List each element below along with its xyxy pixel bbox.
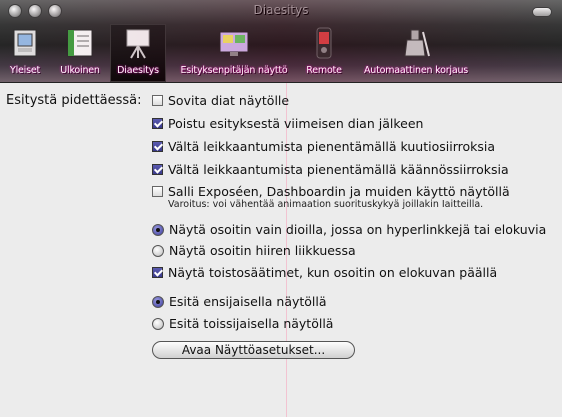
scale-cube-transitions-checkbox[interactable]: Vältä leikkaantumista pienentämällä kuut… xyxy=(152,139,495,154)
window-title: Diaesitys xyxy=(253,3,309,17)
checkbox-checked[interactable] xyxy=(152,118,163,129)
open-display-preferences-button[interactable]: Avaa Näyttöasetukset... xyxy=(152,341,355,359)
tab-label: Remote xyxy=(306,65,342,76)
preferences-window: Diaesitys Yleiset Ulkoinen Diaesitys Esi… xyxy=(0,0,562,417)
checkbox-unchecked[interactable] xyxy=(152,186,163,197)
radio-unselected[interactable] xyxy=(152,317,164,330)
tab-label: Yleiset xyxy=(9,65,41,76)
option-label: Esitä ensijaisella näytöllä xyxy=(169,294,327,309)
pointer-on-links-radio[interactable]: Näytä osoitin vain dioilla, jossa on hyp… xyxy=(152,222,546,237)
tab-autocorrection[interactable]: Automaattinen korjaus xyxy=(352,24,480,82)
tab-general[interactable]: Yleiset xyxy=(0,24,50,82)
option-label: Näytä osoitin vain dioilla, jossa on hyp… xyxy=(169,222,547,237)
tab-slideshow[interactable]: Diaesitys xyxy=(110,24,166,82)
exit-after-last-slide-checkbox[interactable]: Poistu esityksestä viimeisen dian jälkee… xyxy=(152,116,423,131)
option-label: Vältä leikkaantumista pienentämällä kuut… xyxy=(168,139,496,154)
option-label: Salli Exposéen, Dashboardin ja muiden kä… xyxy=(168,184,510,199)
tab-label: Diaesitys xyxy=(117,65,159,76)
tab-presenter-display[interactable]: Esityksenpitäjän näyttö xyxy=(170,24,298,82)
tab-label: Esityksenpitäjän näyttö xyxy=(180,65,288,76)
option-label: Näytä toistosäätimet, kun osoitin on elo… xyxy=(168,265,498,280)
tab-appearance[interactable]: Ulkoinen xyxy=(52,24,108,82)
pointer-on-mouse-move-radio[interactable]: Näytä osoitin hiiren liikkuessa xyxy=(152,243,356,258)
radio-selected[interactable] xyxy=(152,223,164,236)
autocorrection-icon xyxy=(404,29,430,57)
slideshow-pane: Esitystä pidettäessä: Sovita diat näytöl… xyxy=(0,83,562,417)
show-playback-controls-checkbox[interactable]: Näytä toistosäätimet, kun osoitin on elo… xyxy=(152,265,497,280)
toolbar-toggle-button[interactable] xyxy=(532,7,552,17)
secondary-display-radio[interactable]: Esitä toissijaisella näytöllä xyxy=(152,316,333,331)
radio-selected[interactable] xyxy=(152,295,164,308)
section-label: Esitystä pidettäessä: xyxy=(6,93,142,108)
checkbox-checked[interactable] xyxy=(152,267,163,278)
remote-icon xyxy=(316,27,332,59)
appearance-icon xyxy=(67,29,93,57)
option-label: Sovita diat näytölle xyxy=(168,93,290,108)
option-label: Näytä osoitin hiiren liikkuessa xyxy=(169,243,356,258)
tab-label: Ulkoinen xyxy=(60,65,100,76)
title-bar: Diaesitys Yleiset Ulkoinen Diaesitys Esi… xyxy=(0,0,562,83)
tab-remote[interactable]: Remote xyxy=(300,24,348,82)
option-label: Poistu esityksestä viimeisen dian jälkee… xyxy=(168,116,424,131)
general-icon xyxy=(13,29,37,57)
slideshow-icon xyxy=(126,29,150,59)
toolbar: Yleiset Ulkoinen Diaesitys Esityksenpitä… xyxy=(0,24,562,82)
primary-display-radio[interactable]: Esitä ensijaisella näytöllä xyxy=(152,294,327,309)
option-label: Esitä toissijaisella näytöllä xyxy=(169,316,334,331)
scale-flip-transitions-checkbox[interactable]: Vältä leikkaantumista pienentämällä kään… xyxy=(152,162,509,177)
option-label: Vältä leikkaantumista pienentämällä kään… xyxy=(168,162,509,177)
allow-expose-checkbox[interactable]: Salli Exposéen, Dashboardin ja muiden kä… xyxy=(152,184,510,199)
checkbox-checked[interactable] xyxy=(152,141,163,152)
presenter-display-icon xyxy=(219,31,249,56)
performance-warning: Varoitus: voi vähentää animaation suorit… xyxy=(168,199,484,210)
fit-slides-checkbox[interactable]: Sovita diat näytölle xyxy=(152,93,289,108)
checkbox-unchecked[interactable] xyxy=(152,95,163,106)
tab-label: Automaattinen korjaus xyxy=(363,65,469,76)
radio-unselected[interactable] xyxy=(152,244,164,257)
checkbox-checked[interactable] xyxy=(152,164,163,175)
